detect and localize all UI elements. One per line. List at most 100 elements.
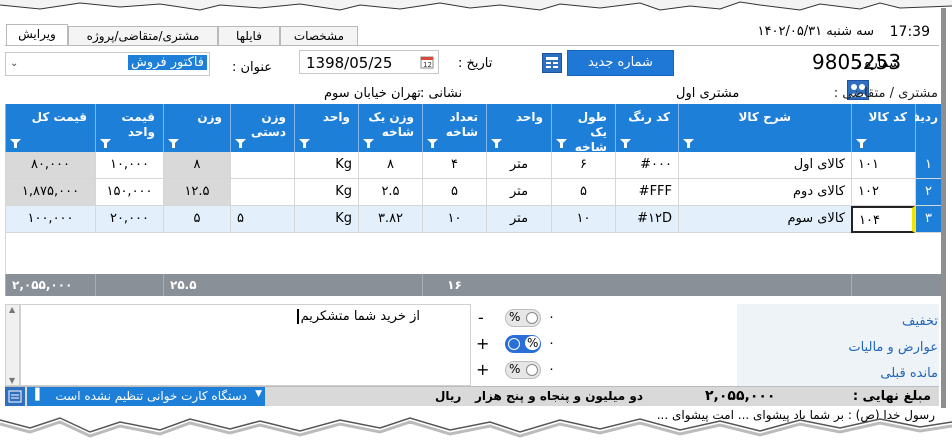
calendar-icon[interactable]: 12 (420, 55, 434, 69)
col-header-unit-price[interactable]: قیمت واحد (95, 104, 163, 152)
total-count-sum: ۱۶ (422, 274, 486, 296)
table-row[interactable]: ۲ ۱۰۲ کالای دوم #FFF ۵ متر ۵ ۲.۵ Kg ۱۲.۵ ۱۵۰,۰۰۰ ۱,… (5, 179, 941, 206)
tax-sign[interactable]: + (476, 334, 489, 353)
discount-sign[interactable]: - (478, 308, 484, 327)
cell-manual-weight[interactable] (230, 179, 294, 206)
tab-specifications[interactable]: مشخصات (280, 26, 358, 46)
cell-description[interactable]: کالای سوم (678, 206, 851, 233)
cell-unit-2[interactable]: Kg (294, 152, 358, 179)
cell-color-code[interactable]: #۱۲D (615, 206, 678, 233)
total-price-sum: ۲,۰۵۵,۰۰۰ (5, 274, 95, 296)
torn-edge-bottom (0, 417, 952, 447)
address-label: نشانی : (420, 86, 463, 101)
cell-branch-count[interactable]: ۴ (422, 152, 486, 179)
settings-icon[interactable] (5, 387, 25, 406)
chevron-down-icon: ⌄ (10, 58, 19, 69)
balance-percent-toggle[interactable]: % (505, 361, 541, 379)
cell-unit-2[interactable]: Kg (294, 206, 358, 233)
cell-unit-1[interactable]: متر (486, 152, 551, 179)
svg-text:12: 12 (423, 61, 432, 69)
col-header-color-code[interactable]: کد رنگ (615, 104, 678, 152)
card-reader-dropdown[interactable]: ▐ دستگاه کارت خوانی تنظیم نشده است ▼ (27, 387, 265, 406)
col-header-unit-1[interactable]: واحد (486, 104, 551, 152)
cell-description[interactable]: کالای اول (678, 152, 851, 179)
cell-item-code[interactable]: ۱۰۲ (851, 179, 915, 206)
col-header-description[interactable]: شرح کالا (678, 104, 851, 152)
note-scrollbar[interactable]: ▲ ▼ (5, 304, 20, 386)
title-dropdown[interactable]: ⌄ فاکتور فروش (5, 52, 210, 76)
window-shadow (941, 8, 946, 408)
col-header-weight[interactable]: وزن (163, 104, 230, 152)
cell-branch-count[interactable]: ۵ (422, 179, 486, 206)
table-row[interactable]: ۳ ۱۰۴ کالای سوم #۱۲D ۱۰ متر ۱۰ ۳.۸۲ Kg ۵ ۵ ۲۰,۰۰۰ ۱۰… (5, 206, 941, 233)
col-header-row[interactable]: ردیف (906, 104, 941, 152)
chevron-down-icon: ▼ (255, 389, 262, 399)
cell-branch-weight[interactable]: ۲.۵ (358, 179, 422, 206)
date-value: 1398/05/25 (306, 54, 393, 72)
calculator-icon[interactable] (542, 53, 562, 73)
cell-unit-1[interactable]: متر (486, 206, 551, 233)
cell-unit-price[interactable]: ۱۰,۰۰۰ (95, 152, 163, 179)
col-header-branch-weight[interactable]: وزن یک شاخه (358, 104, 422, 152)
totals-empty (95, 274, 163, 296)
col-header-code[interactable]: کد کالا (851, 104, 915, 152)
cell-color-code[interactable]: #۰۰۰ (615, 152, 678, 179)
cell-branch-weight[interactable]: ۸ (358, 152, 422, 179)
cell-total-price[interactable]: ۱۰۰,۰۰۰ (5, 206, 95, 233)
cell-branch-length[interactable]: ۵ (551, 179, 615, 206)
cell-color-code[interactable]: #FFF (615, 179, 678, 206)
cell-branch-length[interactable]: ۱۰ (551, 206, 615, 233)
cell-item-code[interactable]: ۱۰۱ (851, 152, 915, 179)
cell-unit-price[interactable]: ۱۵۰,۰۰۰ (95, 179, 163, 206)
cell-item-code[interactable]: ۱۰۴ (851, 206, 915, 233)
cell-manual-weight[interactable]: ۵ (230, 206, 294, 233)
tab-divider (5, 45, 939, 46)
balance-sign[interactable]: + (476, 360, 489, 379)
col-header-total-price[interactable]: قیمت کل (5, 104, 95, 152)
total-weight-sum: ۲۵.۵ (163, 274, 230, 296)
cell-weight[interactable]: ۵ (163, 206, 230, 233)
tab-files[interactable]: فایلها (218, 26, 280, 46)
col-header-branch-length[interactable]: طول یک شاخه (551, 104, 615, 154)
card-reader-text: دستگاه کارت خوانی تنظیم نشده است (55, 389, 247, 403)
tab-edit[interactable]: ویرایش (6, 24, 68, 46)
title-label: عنوان : (232, 60, 273, 75)
col-header-manual-weight[interactable]: وزن دستی (230, 104, 294, 152)
cell-weight[interactable]: ۸ (163, 152, 230, 179)
cell-description[interactable]: کالای دوم (678, 179, 851, 206)
cell-unit-price[interactable]: ۲۰,۰۰۰ (95, 206, 163, 233)
cell-branch-length[interactable]: ۶ (551, 152, 615, 179)
customer-value: مشتری اول (676, 86, 740, 101)
title-value: فاکتور فروش (128, 55, 207, 70)
col-header-branch-count[interactable]: تعداد شاخه (422, 104, 486, 152)
address-value: تهران خیابان سوم (324, 86, 421, 101)
discount-label: تخفیف (902, 314, 938, 329)
tab-customer-project[interactable]: مشتری/متقاضی/پروژه (68, 26, 218, 46)
top-bar: 17:39 سه شنبه ۱۴۰۲/۰۵/۳۱ مشخصات فایلها م… (0, 12, 938, 46)
cell-branch-count[interactable]: ۱۰ (422, 206, 486, 233)
tax-value[interactable]: ۰ (548, 336, 555, 351)
cell-weight[interactable]: ۱۲.۵ (163, 179, 230, 206)
cell-total-price[interactable]: ۸۰,۰۰۰ (5, 152, 95, 179)
discount-value[interactable]: ۰ (548, 310, 555, 325)
card-reader-icon: ▐ (31, 388, 40, 401)
note-textarea[interactable]: از خرید شما متشکریم (20, 304, 471, 386)
date-field[interactable]: 1398/05/25 12 (299, 50, 439, 74)
cell-unit-2[interactable]: Kg (294, 179, 358, 206)
tax-label: عوارض و مالیات (848, 340, 938, 355)
totals-empty-2 (851, 274, 915, 296)
previous-balance-value[interactable]: ۰ (548, 362, 555, 377)
tax-percent-toggle[interactable]: % (505, 335, 541, 353)
final-amount-label: مبلغ نهایی : (852, 389, 931, 404)
new-number-button[interactable]: شماره جدید (567, 50, 674, 76)
cell-total-price[interactable]: ۱,۸۷۵,۰۰۰ (5, 179, 95, 206)
cell-manual-weight[interactable] (230, 152, 294, 179)
current-date: سه شنبه ۱۴۰۲/۰۵/۳۱ (757, 24, 874, 39)
table-row[interactable]: ۱ ۱۰۱ کالای اول #۰۰۰ ۶ متر ۴ ۸ Kg ۸ ۱۰,۰۰۰ ۸۰,۰۰۰ (5, 152, 941, 179)
cell-branch-weight[interactable]: ۳.۸۲ (358, 206, 422, 233)
discount-percent-toggle[interactable]: % (505, 309, 541, 327)
date-label: تاریخ : (458, 56, 493, 71)
cell-unit-1[interactable]: متر (486, 179, 551, 206)
totals-row: ۲,۰۵۵,۰۰۰ ۲۵.۵ ۱۶ (5, 274, 941, 296)
col-header-unit-2[interactable]: واحد (294, 104, 358, 152)
